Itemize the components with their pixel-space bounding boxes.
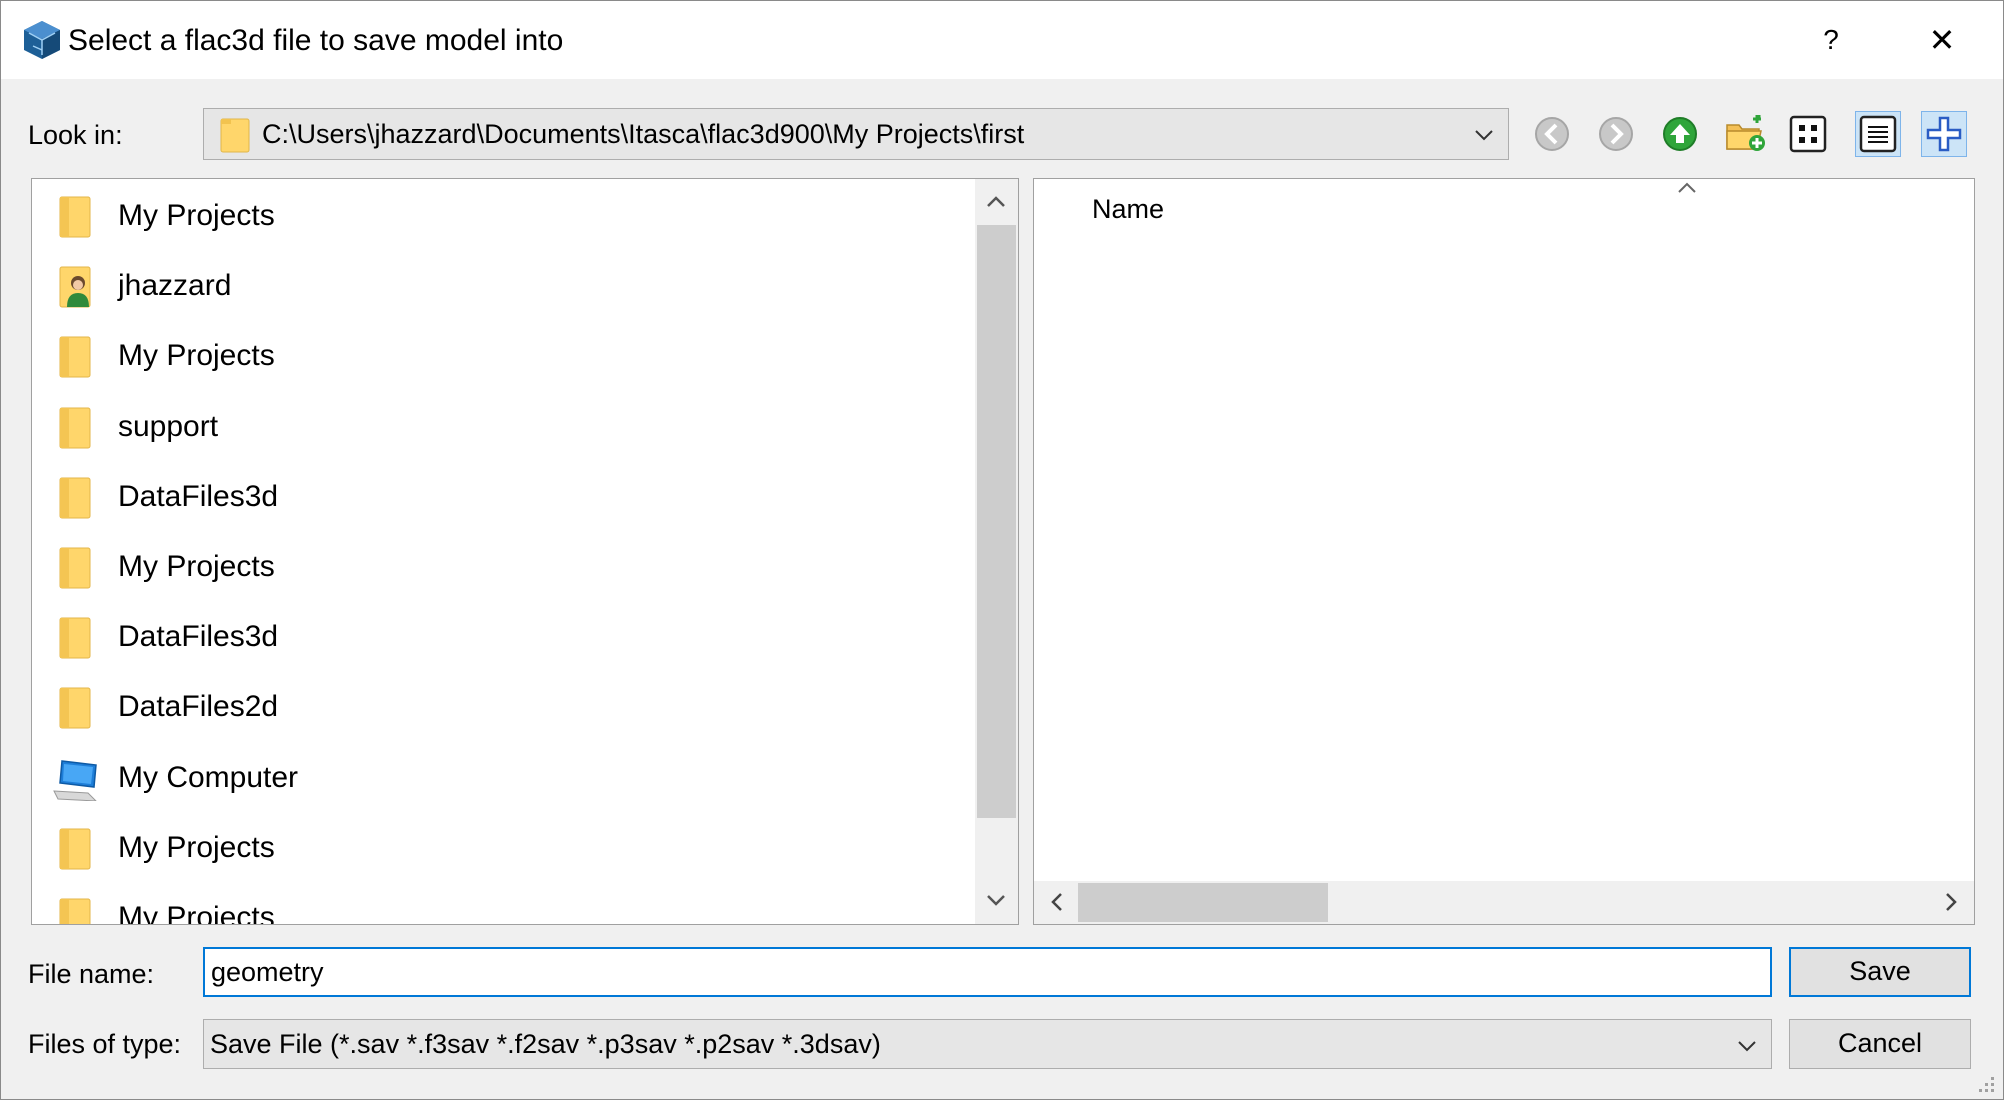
column-header-name[interactable]: Name (1092, 191, 1164, 227)
up-folder-button[interactable] (1657, 111, 1703, 157)
list-view-button[interactable] (1785, 111, 1831, 157)
sort-ascending-icon (1678, 182, 1696, 193)
folder-icon (59, 547, 91, 589)
save-file-dialog: Select a flac3d file to save model into … (0, 0, 2004, 1100)
chevron-left-icon[interactable] (1044, 889, 1070, 915)
grid-view-icon (1789, 115, 1827, 153)
sidebar-item[interactable]: DataFiles2d (32, 672, 972, 742)
sidebar-item-label: My Projects (118, 199, 275, 232)
chevron-down-icon[interactable] (983, 887, 1009, 913)
folder-icon (59, 687, 91, 729)
sidebar-item-label: My Projects (118, 550, 275, 583)
back-button[interactable] (1529, 111, 1575, 157)
look-in-label: Look in: (28, 120, 123, 150)
up-arrow-icon (1663, 117, 1697, 151)
folder-icon (59, 477, 91, 519)
files-of-type-combo[interactable]: Save File (*.sav *.f3sav *.f2sav *.p3sav… (203, 1019, 1772, 1069)
save-button[interactable]: Save (1789, 947, 1971, 997)
look-in-path: C:\Users\jhazzard\Documents\Itasca\flac3… (262, 119, 1025, 149)
sidebar-item[interactable]: My Computer (32, 743, 972, 813)
back-arrow-icon (1535, 117, 1569, 151)
forward-button[interactable] (1593, 111, 1639, 157)
detail-list-icon (1859, 115, 1897, 153)
file-name-label: File name: (28, 959, 155, 989)
sidebar-item[interactable]: My Projects (32, 813, 972, 883)
new-folder-icon (1726, 115, 1765, 151)
cancel-button[interactable]: Cancel (1789, 1019, 1971, 1069)
sidebar-item-label: DataFiles3d (118, 620, 279, 654)
sidebar-item-label: DataFiles2d (118, 690, 279, 724)
file-list[interactable]: Name (1033, 178, 1975, 925)
detail-view-button[interactable] (1855, 111, 1901, 157)
sidebar-item[interactable]: My Projects (32, 181, 972, 251)
file-list-scroll-thumb[interactable] (1078, 883, 1328, 922)
user-folder-icon (59, 266, 91, 308)
sidebar-item[interactable]: My Projects (32, 883, 972, 925)
folder-icon (220, 118, 250, 153)
sidebar-item[interactable]: My Projects (32, 321, 972, 391)
folder-icon (59, 407, 91, 449)
sidebar-item-label: DataFiles3d (118, 479, 279, 513)
chevron-down-icon[interactable] (1735, 1034, 1759, 1058)
new-folder-button[interactable] (1721, 111, 1767, 157)
chevron-right-icon[interactable] (1938, 889, 1964, 915)
flac3d-app-icon (24, 21, 60, 59)
look-in-combo[interactable]: C:\Users\jhazzard\Documents\Itasca\flac3… (203, 108, 1509, 160)
forward-arrow-icon (1599, 117, 1633, 151)
sidebar-item-label: My Computer (118, 760, 299, 794)
sidebar-item-label: My Projects (118, 339, 275, 373)
sidebar-item-label: My Projects (118, 901, 275, 925)
sidebar-item-label: jhazzard (118, 269, 232, 303)
folder-icon (59, 617, 91, 659)
sidebar-item[interactable]: DataFiles3d (32, 462, 972, 532)
computer-icon (53, 759, 97, 801)
sidebar-item-label: My Projects (118, 830, 275, 864)
sidebar-item[interactable]: DataFiles3d (32, 602, 972, 672)
file-list-hscrollbar[interactable] (1034, 881, 1974, 924)
files-of-type-value: Save File (*.sav *.f3sav *.f2sav *.p3sav… (210, 1029, 881, 1059)
sidebar-item-label: support (118, 409, 219, 443)
files-of-type-label: Files of type: (28, 1029, 182, 1059)
folder-icon (59, 828, 91, 870)
folder-icon (59, 898, 91, 924)
sidebar-item[interactable]: My Projects (32, 532, 972, 602)
new-item-button[interactable] (1921, 111, 1967, 157)
file-name-input[interactable] (203, 947, 1772, 997)
dialog-title: Select a flac3d file to save model into (68, 24, 564, 57)
chevron-down-icon[interactable] (1472, 123, 1496, 147)
folder-icon (59, 336, 91, 378)
resize-grip-icon[interactable] (1973, 1071, 1997, 1095)
chevron-up-icon[interactable] (983, 189, 1009, 215)
sidebar-item[interactable]: support (32, 392, 972, 462)
sidebar-scroll-thumb[interactable] (977, 225, 1016, 818)
sidebar-item[interactable]: jhazzard (32, 251, 972, 321)
folder-icon (59, 196, 91, 238)
title-bar: Select a flac3d file to save model into … (1, 1, 2003, 79)
places-sidebar: My Projects jhazzard My Projects support Dat… (31, 178, 1019, 925)
close-button[interactable]: ✕ (1907, 15, 1977, 65)
plus-icon (1926, 116, 1962, 152)
help-button[interactable]: ? (1796, 15, 1866, 65)
sidebar-scrollbar[interactable] (975, 179, 1018, 924)
